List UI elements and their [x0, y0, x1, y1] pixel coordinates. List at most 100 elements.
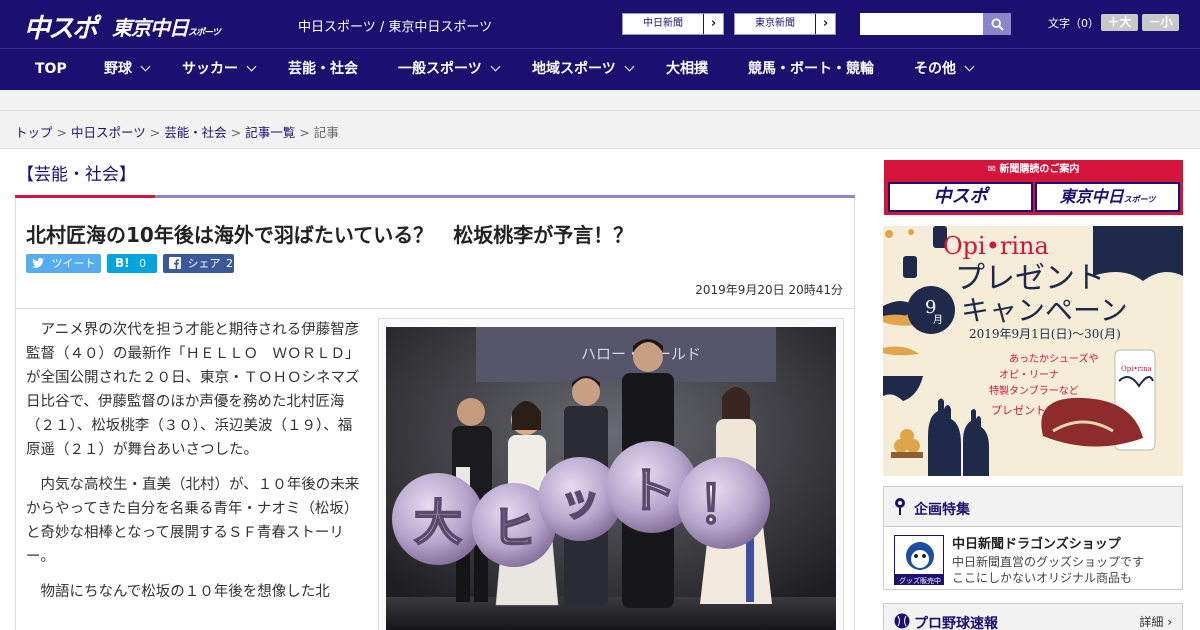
- baseball-detail-link[interactable]: 詳細 ›: [1139, 613, 1172, 630]
- nav-item-entertainment[interactable]: 芸能・社会: [288, 49, 358, 90]
- ad-promo-line1: あったかシューズや: [1009, 352, 1099, 365]
- article-paragraph: 物語にちなんで松坂の１０年後を想像した北: [40, 584, 330, 600]
- nav-item-sumo[interactable]: 大相撲: [666, 49, 708, 90]
- nav-item-label: その他: [914, 61, 956, 77]
- article-paragraph: アニメ界の次代を担う才能と期待される伊藤智彦監督（４０）の最新作「ＨＥＬＬＯ Ｗ…: [26, 322, 360, 458]
- nav-item-local-sports[interactable]: 地域スポーツ: [532, 49, 635, 90]
- ad-period: 2019年9月1日(日)〜30(月): [969, 327, 1121, 341]
- nav-item-soccer[interactable]: サッカー: [182, 49, 257, 90]
- breadcrumb-link-chunichi-sports[interactable]: 中日スポーツ: [71, 125, 146, 140]
- dragons-shop-desc-line2: ここにしかないオリジナル商品も: [952, 571, 1133, 585]
- balloon-text: ッ: [560, 479, 600, 525]
- balloon-text: ！: [698, 476, 750, 536]
- article-divider: [16, 308, 854, 309]
- facebook-share-button[interactable]: シェア 2: [163, 254, 234, 273]
- logo-tokyo-text: 東京中日: [112, 16, 189, 40]
- breadcrumb-link-entertainment[interactable]: 芸能・社会: [164, 125, 227, 140]
- balloon-text: ヒ: [492, 503, 536, 554]
- nav-item-other[interactable]: その他: [914, 49, 975, 90]
- category-underline-accent: [15, 195, 155, 198]
- facebook-share-count: 2: [226, 257, 233, 270]
- subscription-banner[interactable]: ✉ 新聞購読のご案内 中スポ 東京中日スポーツ: [884, 160, 1183, 215]
- chevron-down-icon: [246, 61, 257, 72]
- ad-promo-line3: 特製タンブラーなど: [989, 384, 1079, 397]
- baseball-icon: [894, 613, 910, 629]
- baseball-score-panel: プロ野球速報 詳細 ›: [883, 603, 1183, 630]
- dragons-shop-desc-line1: 中日新聞直営のグッズショップです: [952, 555, 1145, 569]
- shop-badge-text: グッズ販売中: [899, 576, 941, 585]
- breadcrumb-separator: >: [56, 125, 67, 140]
- dragons-shop-description: 中日新聞直営のグッズショップです ここにしかないオリジナル商品も: [952, 554, 1144, 586]
- font-size-label: 文字（0）: [1048, 17, 1099, 30]
- logo-tokyo-sub: スポーツ: [188, 28, 221, 38]
- chunichi-shimbun-label: 中日新聞: [643, 18, 683, 29]
- nav-item-label: 野球: [104, 61, 132, 77]
- breadcrumb-separator: >: [299, 125, 310, 140]
- nav-item-label: 大相撲: [666, 61, 708, 77]
- breadcrumb-link-article-list[interactable]: 記事一覧: [245, 125, 295, 140]
- tweet-button[interactable]: ツイート: [26, 254, 101, 273]
- category-heading: 【芸能・社会】: [17, 165, 136, 185]
- dragons-shop-thumbnail: グッズ販売中: [894, 535, 944, 585]
- logo-tokyo-chunichi[interactable]: 東京中日スポーツ: [112, 12, 221, 41]
- ad-tumbler-brand: Opi•rina: [1121, 365, 1152, 373]
- chevron-down-icon: [964, 61, 975, 72]
- subscription-tokyo-sub: スポーツ: [1123, 195, 1156, 204]
- facebook-share-label: シェア: [187, 257, 221, 270]
- chevron-right-icon: ›: [815, 14, 835, 34]
- pin-icon: [895, 498, 905, 515]
- facebook-icon: [169, 257, 181, 269]
- nav-item-label: 競馬・ボート・競輪: [748, 61, 874, 77]
- article-headline: 北村匠海の10年後は海外で羽ばたいている？ 松坂桃李が予言！？: [26, 223, 634, 247]
- ad-promo-line2: オピ・リーナ: [999, 369, 1059, 381]
- logo-chuspo[interactable]: 中スポ: [24, 8, 98, 45]
- chunichi-shimbun-button[interactable]: 中日新聞 ›: [622, 13, 724, 35]
- site-title: 中日スポーツ / 東京中日スポーツ: [298, 20, 493, 35]
- dragons-mascot-icon: グッズ販売中: [895, 536, 943, 585]
- twitter-bird-icon: [32, 258, 44, 268]
- breadcrumb-current: 記事: [313, 125, 339, 140]
- nav-item-label: サッカー: [182, 61, 238, 77]
- tweet-label: ツイート: [51, 257, 96, 270]
- nav-item-racing[interactable]: 競馬・ボート・競輪: [748, 49, 874, 90]
- article-photo[interactable]: ハロー・ワールド: [386, 327, 836, 630]
- article-body: アニメ界の次代を担う才能と期待される伊藤智彦監督（４０）の最新作「ＨＥＬＬＯ Ｗ…: [26, 318, 364, 615]
- hatena-bookmark-icon: B!: [115, 256, 130, 270]
- tokyo-shimbun-button[interactable]: 東京新聞 ›: [734, 13, 836, 35]
- search-input[interactable]: [860, 13, 983, 35]
- opirina-ad-banner[interactable]: Opi•rina プレゼント キャンペーン 9 月 2019年9月1日(日)〜3…: [883, 226, 1183, 476]
- subscription-chuspo[interactable]: 中スポ: [888, 182, 1033, 212]
- ad-title-line1: プレゼント: [955, 261, 1105, 296]
- subscription-title-text: 新聞購読のご案内: [999, 164, 1080, 175]
- balloon-text: ト: [628, 463, 676, 519]
- subscription-tokyo-chunichi[interactable]: 東京中日スポーツ: [1035, 182, 1180, 212]
- subscription-tokyo-text: 東京中日: [1059, 187, 1124, 206]
- nav-item-general-sports[interactable]: 一般スポーツ: [398, 49, 501, 90]
- tokyo-shimbun-label: 東京新聞: [755, 18, 795, 29]
- font-size-up-button[interactable]: ＋大: [1101, 14, 1138, 31]
- balloon-text: 大: [414, 495, 462, 551]
- breadcrumb-link-top[interactable]: トップ: [15, 125, 53, 140]
- article-date: 2019年9月20日 20時41分: [695, 283, 843, 297]
- header-spacer: [0, 90, 1200, 110]
- hatena-count: 0: [139, 257, 147, 270]
- nav-item-baseball[interactable]: 野球: [104, 49, 151, 90]
- site-header: 中スポ 東京中日スポーツ 中日スポーツ / 東京中日スポーツ 中日新聞 › 東京…: [0, 0, 1200, 48]
- subscription-title: ✉ 新聞購読のご案内: [987, 164, 1080, 175]
- article-paragraph: 内気な高校生・直美（北村）が、１０年後の未来からやってきた自分を名乗る青年・ナオ…: [26, 477, 360, 565]
- breadcrumb: トップ > 中日スポーツ > 芸能・社会 > 記事一覧 > 記事: [0, 110, 1200, 149]
- search-button[interactable]: [983, 13, 1011, 35]
- nav-item-label: TOP: [35, 61, 67, 77]
- dragons-shop-link[interactable]: グッズ販売中 中日新聞ドラゴンズショップ 中日新聞直営のグッズショップです ここ…: [884, 527, 1182, 589]
- ad-title-line2: キャンペーン: [961, 294, 1128, 327]
- chevron-right-icon: ›: [703, 14, 723, 34]
- baseball-panel-title: プロ野球速報: [914, 616, 998, 630]
- breadcrumb-separator: >: [149, 125, 161, 140]
- font-size-down-button[interactable]: －小: [1142, 14, 1179, 31]
- nav-item-top[interactable]: TOP: [35, 49, 67, 90]
- nav-item-label: 一般スポーツ: [398, 61, 482, 77]
- chevron-down-icon: [140, 61, 151, 72]
- chevron-down-icon: [624, 61, 635, 72]
- search-icon: [990, 17, 1004, 31]
- hatena-bookmark-button[interactable]: B! 0: [107, 254, 157, 273]
